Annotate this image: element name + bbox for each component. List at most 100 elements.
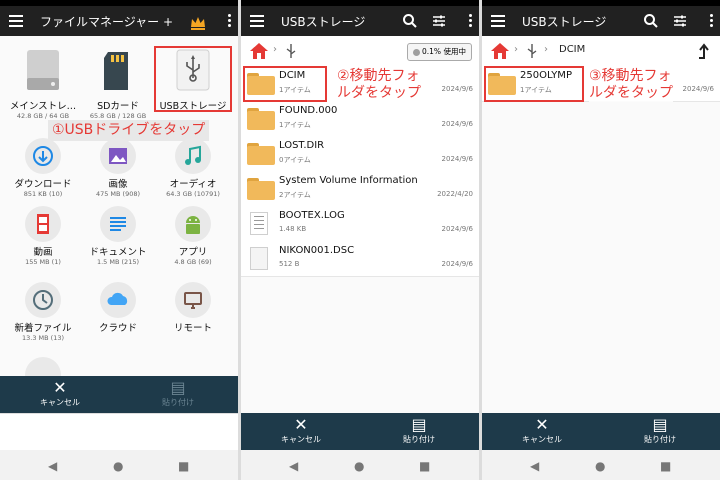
paste-button[interactable]: ▤ 貼り付け: [138, 379, 218, 408]
ad-banner[interactable]: [0, 413, 238, 452]
grid-item-sd-card[interactable]: SDカード 65.8 GB / 128 GB: [83, 48, 153, 120]
menu-icon[interactable]: [9, 12, 23, 30]
search-icon[interactable]: [643, 12, 659, 30]
list-item-bootex[interactable]: BOOTEX.LOG 1.48 KB 2024/9/6: [241, 206, 479, 242]
grid-item-audio[interactable]: オーディオ 64.3 GB (10791): [158, 138, 228, 198]
file-info: 2アイテム: [279, 191, 311, 199]
recents-icon[interactable]: ■: [660, 459, 671, 473]
system-nav-bar: ◀ ● ■: [0, 450, 238, 480]
grid-item-recent[interactable]: 新着ファイル 13.3 MB (13): [8, 282, 78, 342]
grid-item-sub: 1.5 MB (215): [96, 258, 139, 266]
android-icon: [175, 206, 211, 242]
grid-item-apps[interactable]: アプリ 4.8 GB (69): [158, 206, 228, 266]
chevron-right-icon: ›: [544, 44, 548, 55]
file-name: System Volume Information: [279, 175, 418, 186]
file-name: FOUND.000: [279, 105, 338, 116]
home-folder-icon[interactable]: [249, 42, 269, 60]
recents-icon[interactable]: ■: [178, 459, 189, 473]
folder-icon: [247, 143, 275, 165]
clipboard-icon: ▤: [411, 415, 427, 434]
home-icon[interactable]: ●: [595, 459, 605, 473]
cancel-button[interactable]: ✕ キャンセル: [261, 416, 341, 445]
clipboard-icon: ▤: [652, 415, 668, 434]
grid-item-download[interactable]: ダウンロード 851 KB (10): [8, 138, 78, 198]
film-icon: [25, 206, 61, 242]
home-icon[interactable]: ●: [113, 459, 123, 473]
up-level-icon[interactable]: [696, 42, 710, 60]
step3-callout: ③移動先フォ ルダをタップ: [589, 68, 673, 102]
app-title: ファイルマネージャー +: [40, 15, 174, 29]
folder-highlight-box: [484, 66, 584, 102]
paste-button[interactable]: ▤ 貼り付け: [379, 416, 459, 445]
grid-item-sub: 65.8 GB / 128 GB: [89, 112, 147, 120]
usage-badge: 0.1% 使用中: [407, 43, 472, 61]
usb-icon[interactable]: [526, 42, 538, 60]
usb-icon[interactable]: [285, 42, 297, 60]
menu-icon[interactable]: [250, 12, 264, 30]
grid-item-sub: 13.3 MB (13): [21, 334, 64, 342]
usb-highlight-box: [154, 46, 232, 112]
grid-item-video[interactable]: 動画 155 MB (1): [8, 206, 78, 266]
back-icon[interactable]: ◀: [530, 459, 539, 473]
app-bar: USBストレージ: [241, 6, 479, 36]
list-item-nikon[interactable]: NIKON001.DSC 512 B 2024/9/6: [241, 241, 479, 277]
list-item-lost-dir[interactable]: LOST.DIR 0アイテム 2024/9/6: [241, 136, 479, 172]
more-options-icon[interactable]: [469, 14, 473, 30]
file-name: NIKON001.DSC: [279, 245, 355, 256]
grid-item-documents[interactable]: ドキュメント 1.5 MB (215): [83, 206, 153, 266]
grid-item-images[interactable]: 画像 475 MB (908): [83, 138, 153, 198]
grid-item-label: ダウンロード: [14, 179, 72, 190]
file-info: 512 B: [279, 260, 300, 268]
chevron-right-icon: ›: [273, 44, 277, 55]
recents-icon[interactable]: ■: [419, 459, 430, 473]
grid-item-sub: 64.3 GB (10791): [166, 190, 220, 198]
filter-icon[interactable]: [431, 12, 447, 30]
file-info: 1アイテム: [279, 121, 311, 129]
grid-item-label: アプリ: [178, 247, 208, 258]
grid-item-sub: 42.8 GB / 64 GB: [16, 112, 70, 120]
file-name: LOST.DIR: [279, 140, 325, 151]
cancel-button[interactable]: ✕ キャンセル: [20, 379, 100, 408]
close-icon: ✕: [294, 415, 308, 434]
back-icon[interactable]: ◀: [289, 459, 298, 473]
search-icon[interactable]: [402, 12, 418, 30]
back-icon[interactable]: ◀: [48, 459, 57, 473]
step3-callout-line1: ③移動先フォ: [589, 68, 672, 84]
breadcrumb-current[interactable]: DCIM: [559, 44, 585, 55]
more-options-icon[interactable]: [228, 14, 232, 30]
grid-item-cloud[interactable]: クラウド: [83, 282, 153, 334]
cancel-button[interactable]: ✕ キャンセル: [502, 416, 582, 445]
app-title: USBストレージ: [522, 15, 607, 29]
grid-item-sub: 851 KB (10): [23, 190, 63, 198]
music-icon: [175, 138, 211, 174]
grid-item-label: 新着ファイル: [14, 323, 72, 334]
crown-icon[interactable]: [190, 14, 206, 32]
home-icon[interactable]: ●: [354, 459, 364, 473]
chevron-right-icon: ›: [514, 44, 518, 55]
filter-icon[interactable]: [672, 12, 688, 30]
step3-callout-line2: ルダをタップ: [589, 85, 673, 101]
list-item-system-volume[interactable]: System Volume Information 2アイテム 2022/4/2…: [241, 171, 479, 207]
app-bar: ファイルマネージャー +: [0, 6, 238, 36]
usage-pie-icon: [413, 48, 420, 56]
file-date: 2024/9/6: [441, 155, 473, 163]
list-item-found[interactable]: FOUND.000 1アイテム 2024/9/6: [241, 101, 479, 137]
usage-text: 0.1% 使用中: [422, 47, 466, 56]
home-folder-icon[interactable]: [490, 42, 510, 60]
document-icon: [100, 206, 136, 242]
grid-item-remote[interactable]: リモート: [158, 282, 228, 334]
close-icon: ✕: [53, 378, 67, 397]
grid-item-label: ドキュメント: [89, 247, 147, 258]
close-icon: ✕: [535, 415, 549, 434]
paste-button[interactable]: ▤ 貼り付け: [620, 416, 700, 445]
file-date: 2024/9/6: [441, 225, 473, 233]
cancel-label: キャンセル: [522, 435, 562, 444]
system-nav-bar: ◀ ● ■: [482, 450, 720, 480]
more-options-icon[interactable]: [710, 14, 714, 30]
file-date: 2024/9/6: [682, 85, 714, 93]
file-name: BOOTEX.LOG: [279, 210, 345, 221]
bottom-action-bar: ✕ キャンセル ▤ 貼り付け: [0, 376, 238, 413]
app-title: USBストレージ: [281, 15, 366, 29]
menu-icon[interactable]: [491, 12, 505, 30]
grid-item-main-storage[interactable]: メインストレ… 42.8 GB / 64 GB: [8, 48, 78, 120]
